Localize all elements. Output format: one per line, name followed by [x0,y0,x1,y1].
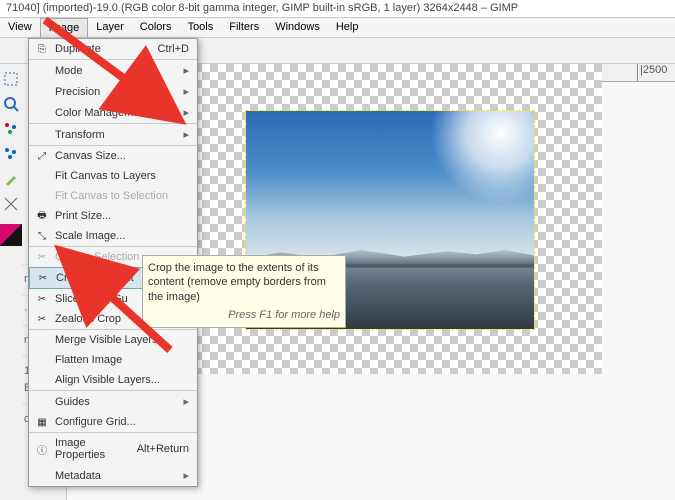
menu-print-size[interactable]: 🖶Print Size... [29,206,197,226]
tool-icon[interactable] [0,118,22,140]
tooltip-text: Crop the image to the extents of its con… [148,261,340,304]
tool-icon[interactable] [0,68,22,90]
menu-help[interactable]: Help [328,18,367,37]
menu-fit-canvas-selection: Fit Canvas to Selection [29,186,197,206]
grid-icon: ▦ [35,417,49,428]
menu-metadata[interactable]: Metadata▸ [29,465,197,486]
menu-canvas-size[interactable]: ⤢Canvas Size... [29,145,197,166]
menu-color-management[interactable]: Color Management▸ [29,102,197,123]
print-icon: 🖶 [35,208,49,225]
info-icon: ⓘ [35,442,49,457]
menubar: View Image Layer Colors Tools Filters Wi… [0,18,675,38]
crop-icon: ✂ [35,252,49,263]
menu-layer[interactable]: Layer [88,18,132,37]
color-swatch[interactable] [0,224,22,246]
menu-precision[interactable]: Precision▸ [29,81,197,102]
chevron-right-icon: ▸ [183,85,189,98]
menu-tools[interactable]: Tools [180,18,222,37]
crop-icon: ✂ [35,314,49,325]
chevron-right-icon: ▸ [183,395,189,408]
menu-align-visible[interactable]: Align Visible Layers... [29,370,197,390]
menu-image[interactable]: Image [40,18,89,37]
menu-guides[interactable]: Guides▸ [29,390,197,412]
menu-scale-image[interactable]: ⤡Scale Image... [29,226,197,246]
menu-windows[interactable]: Windows [267,18,328,37]
tool-icon[interactable] [0,193,22,215]
crop-icon: ✂ [36,273,50,284]
chevron-right-icon: ▸ [183,128,189,141]
chevron-right-icon: ▸ [183,469,189,482]
menu-filters[interactable]: Filters [221,18,267,37]
menu-flatten[interactable]: Flatten Image [29,350,197,370]
menu-merge-visible[interactable]: Merge Visible Layers... [29,329,197,350]
window-titlebar: 71040] (imported)-19.0 (RGB color 8-bit … [0,0,675,18]
chevron-right-icon: ▸ [183,64,189,77]
toolbox [0,64,22,500]
menu-fit-canvas-layers[interactable]: Fit Canvas to Layers [29,166,197,186]
menu-view[interactable]: View [0,18,40,37]
menu-duplicate[interactable]: ⎘DuplicateCtrl+D [29,39,197,59]
brush-icon[interactable] [0,168,22,190]
menu-colors[interactable]: Colors [132,18,180,37]
menu-transform[interactable]: Transform▸ [29,123,197,145]
menu-configure-grid[interactable]: ▦Configure Grid... [29,412,197,432]
duplicate-icon: ⎘ [35,44,49,55]
menu-mode[interactable]: Mode▸ [29,59,197,81]
chevron-right-icon: ▸ [183,106,189,119]
tooltip: Crop the image to the extents of its con… [142,255,346,328]
resize-icon: ⤢ [35,151,49,162]
menu-image-properties[interactable]: ⓘImage PropertiesAlt+Return [29,432,197,465]
tool-icon[interactable] [0,143,22,165]
scale-icon: ⤡ [35,231,49,242]
slice-icon: ✂ [35,294,49,305]
magnify-icon[interactable] [0,93,22,115]
tooltip-hint: Press F1 for more help [148,308,340,322]
